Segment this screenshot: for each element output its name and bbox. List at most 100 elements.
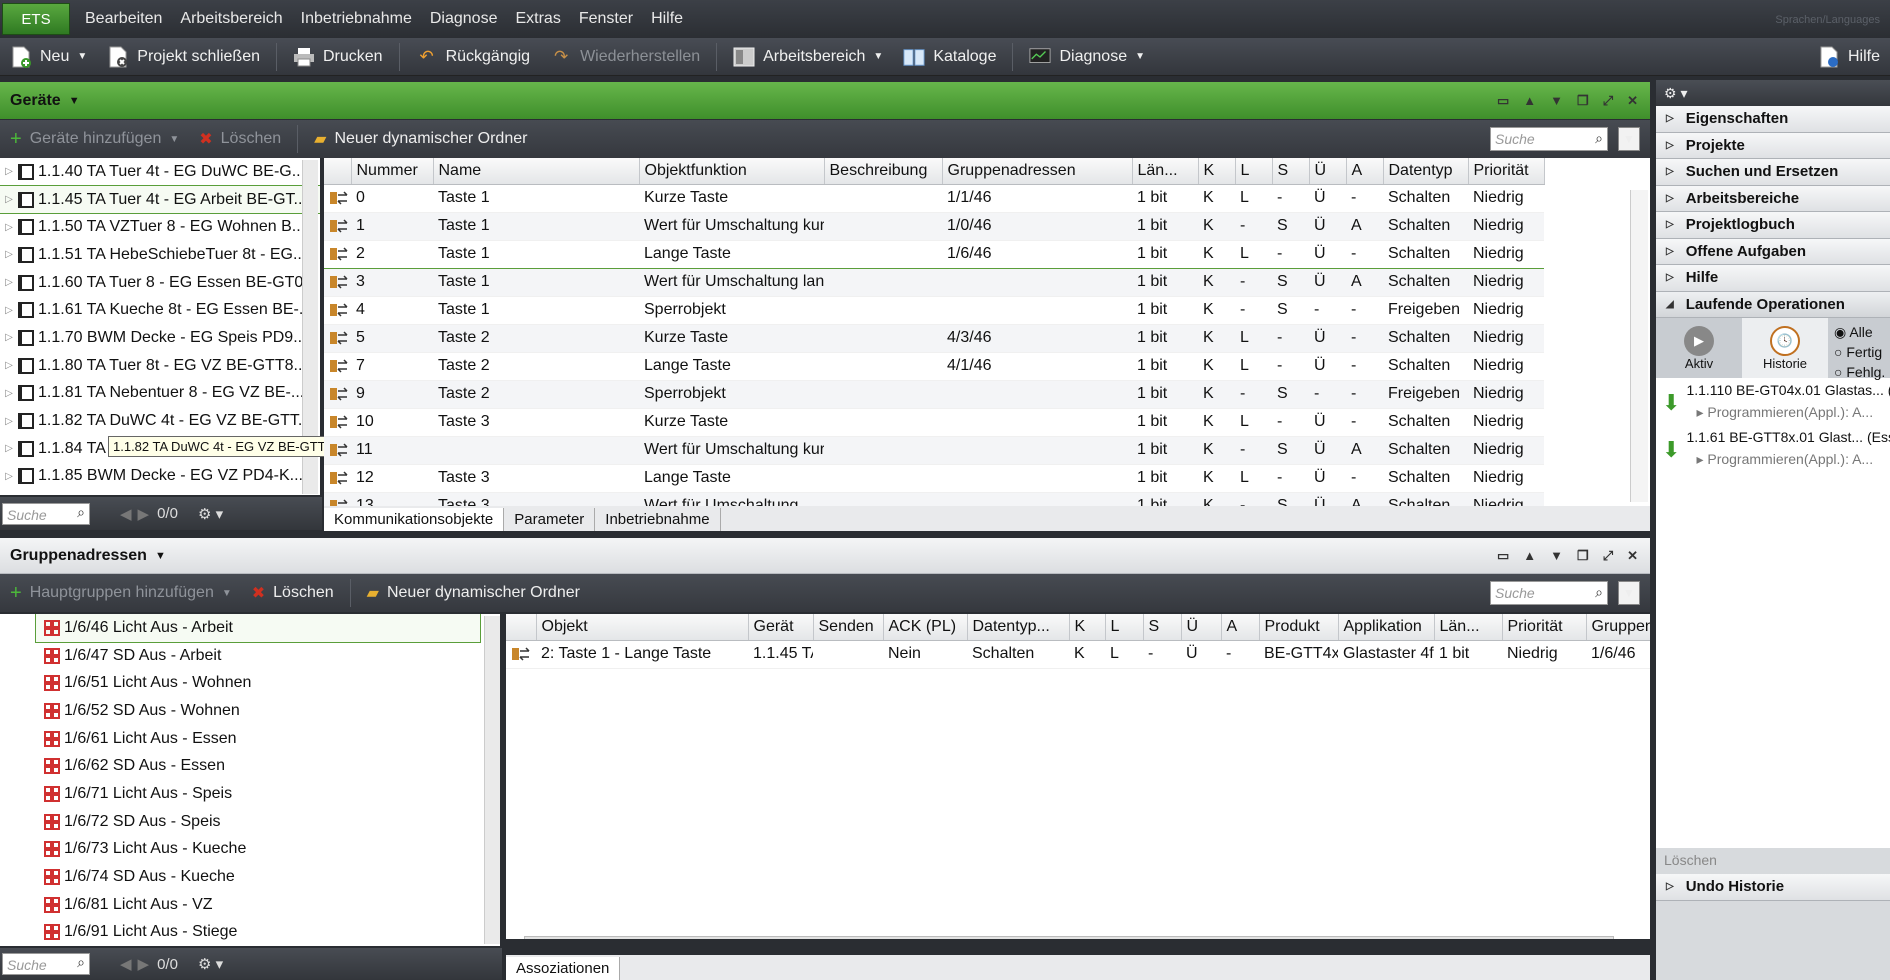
diagnose-button[interactable]: Diagnose ▼ <box>1019 38 1155 76</box>
pin-icon[interactable]: ▭ <box>1497 93 1509 109</box>
expand-icon[interactable]: ▷ <box>0 416 18 427</box>
gear-icon[interactable]: ⚙ ▾ <box>198 505 223 523</box>
restore-icon[interactable]: ❐ <box>1577 93 1589 109</box>
column-header[interactable]: Gerät <box>748 614 814 641</box>
column-header[interactable]: Objektfunktion <box>639 158 825 185</box>
group-address-item[interactable]: 1/6/46 Licht Aus - Arbeit <box>35 614 481 643</box>
maximize-icon[interactable]: ⤢ <box>1603 93 1613 109</box>
column-header[interactable]: Beschreibung <box>824 158 943 185</box>
menu-arbeitsbereich[interactable]: Arbeitsbereich <box>171 10 291 28</box>
expand-icon[interactable]: ▷ <box>0 277 18 288</box>
table-row[interactable]: 7 Taste 2 Lange Taste 4/1/46 1 bit K L - Ü - Schal… <box>324 352 1544 381</box>
chevron-down-icon[interactable]: ▼ <box>873 51 883 62</box>
device-tree-item[interactable]: ▷ 1.1.50 TA VZTuer 8 - EG Wohnen B... <box>0 213 320 241</box>
catalogs-button[interactable]: Kataloge <box>893 38 1006 76</box>
print-button[interactable]: Drucken <box>283 38 393 76</box>
radio-all[interactable]: ◉ Alle <box>1834 322 1885 342</box>
op-item[interactable]: ⬇ 1.1.110 BE-GT04x.01 Glastas... ( ▸ Pro… <box>1656 378 1890 421</box>
chevron-down-icon[interactable]: ▼ <box>69 95 80 107</box>
tab-assoziationen[interactable]: Assoziationen <box>506 957 621 980</box>
new-button[interactable]: Neu ▼ <box>0 38 97 76</box>
ops-delete-button[interactable]: Löschen <box>1656 848 1890 874</box>
sidebar-section[interactable]: ▷ Projekte <box>1656 132 1890 159</box>
table-row[interactable]: 12 Taste 3 Lange Taste 1 bit K L - Ü - Schalten Ni… <box>324 464 1544 493</box>
group-address-item[interactable]: 1/6/62 SD Aus - Essen <box>36 752 480 780</box>
device-tree-item[interactable]: ▷ 1.1.82 TA DuWC 4t - EG VZ BE-GTT... <box>0 407 320 435</box>
close-icon[interactable]: ✕ <box>1627 93 1638 109</box>
filter-icon[interactable]: ▼ <box>1618 581 1640 605</box>
column-header[interactable]: K <box>1198 158 1236 185</box>
device-tree-item[interactable]: ▷1.1.100 BWM Decke - OG WC PD9... <box>0 490 320 495</box>
expand-icon[interactable]: ▷ <box>0 194 18 205</box>
column-header[interactable]: Ü <box>1181 614 1222 641</box>
group-address-item[interactable]: 1/6/72 SD Aus - Speis <box>36 808 480 836</box>
table-row[interactable]: 4 Taste 1 Sperrobjekt 1 bit K - S - - Freigeben Ni… <box>324 296 1544 325</box>
ets-app-button[interactable]: ETS <box>2 3 70 35</box>
device-tree-item[interactable]: ▷ 1.1.60 TA Tuer 8 - EG Essen BE-GT0... <box>0 269 320 297</box>
prev-icon[interactable]: ◀ <box>120 505 132 523</box>
column-header[interactable]: Datentyp <box>1383 158 1469 185</box>
close-project-button[interactable]: Projekt schließen <box>97 38 270 76</box>
arrow-down-icon[interactable]: ▼ <box>1550 93 1563 108</box>
table-row[interactable]: 11 Wert für Umschaltung kurz 1 bit K - S Ü A Sch… <box>324 436 1544 465</box>
column-header[interactable]: Objekt <box>536 614 749 641</box>
tab-inbetriebnahme[interactable]: Inbetriebnahme <box>595 508 721 531</box>
delete-ga-button[interactable]: ✖ Löschen <box>242 583 344 603</box>
expand-icon[interactable]: ▷ <box>0 360 18 371</box>
chevron-down-icon[interactable]: ▼ <box>77 51 87 62</box>
chevron-down-icon[interactable]: ▼ <box>222 588 232 599</box>
group-address-item[interactable]: 1/6/52 SD Aus - Wohnen <box>36 697 480 725</box>
column-header[interactable]: A <box>1221 614 1260 641</box>
menu-inbetriebnahme[interactable]: Inbetriebnahme <box>292 10 421 28</box>
ga-panel-title[interactable]: Gruppenadressen <box>10 547 147 565</box>
column-header[interactable]: K <box>1069 614 1106 641</box>
undo-button[interactable]: ↶ Rückgängig <box>406 38 541 76</box>
sidebar-section[interactable]: ▷ Eigenschaften <box>1656 106 1890 133</box>
column-header[interactable]: Nummer <box>351 158 434 185</box>
tree-search-input[interactable]: Suche ⌕ <box>2 502 90 525</box>
workspace-button[interactable]: Arbeitsbereich ▼ <box>723 38 893 76</box>
new-dynamic-folder-button[interactable]: ▰ Neuer dynamischer Ordner <box>304 129 537 149</box>
close-icon[interactable]: ✕ <box>1627 548 1638 564</box>
search-icon[interactable]: ⌕ <box>77 954 85 971</box>
group-address-item[interactable]: 1/6/47 SD Aus - Arbeit <box>36 642 480 670</box>
table-row[interactable]: 5 Taste 2 Kurze Taste 4/3/46 1 bit K L - Ü - Schal… <box>324 324 1544 353</box>
grid-scrollbar[interactable] <box>1630 190 1648 502</box>
radio-failed[interactable]: ○ Fehlg. <box>1834 362 1885 382</box>
column-header[interactable]: S <box>1272 158 1310 185</box>
search-icon[interactable]: ⌕ <box>77 504 85 521</box>
table-row[interactable]: 2: Taste 1 - Lange Taste1.1.45 TAS NeinSc… <box>506 640 1650 669</box>
next-icon[interactable]: ▶ <box>138 955 150 973</box>
menu-diagnose[interactable]: Diagnose <box>421 10 507 28</box>
redo-button[interactable]: ↷ Wiederherstellen <box>540 38 710 76</box>
expand-icon[interactable]: ▷ <box>0 222 18 233</box>
prev-icon[interactable]: ◀ <box>120 955 132 973</box>
table-row[interactable]: 2 Taste 1 Lange Taste 1/6/46 1 bit K L - Ü - Schal… <box>324 239 1544 269</box>
arrow-up-icon[interactable]: ▲ <box>1523 93 1536 108</box>
sidebar-section[interactable]: ▷ Hilfe <box>1656 265 1890 292</box>
column-header[interactable]: Priorität <box>1502 614 1587 641</box>
expand-icon[interactable]: ▷ <box>0 443 18 454</box>
column-header[interactable]: Produkt <box>1259 614 1339 641</box>
column-header[interactable]: L <box>1235 158 1273 185</box>
tab-kommunikationsobjekte[interactable]: Kommunikationsobjekte <box>324 508 505 531</box>
gear-icon[interactable]: ⚙ ▾ <box>198 955 223 973</box>
expand-icon[interactable]: ▷ <box>0 471 18 482</box>
table-row[interactable]: 3 Taste 1 Wert für Umschaltung lang 1 bit K -… <box>324 268 1544 297</box>
group-address-item[interactable]: 1/6/81 Licht Aus - VZ <box>36 891 480 919</box>
filter-icon[interactable]: ▼ <box>1618 127 1640 151</box>
device-tree-item[interactable]: ▷ 1.1.61 TA Kueche 8t - EG Essen BE-... <box>0 296 320 324</box>
device-tree-item[interactable]: ▷ 1.1.80 TA Tuer 8t - EG VZ BE-GTT8... <box>0 352 320 380</box>
search-icon[interactable]: ⌕ <box>1595 130 1603 147</box>
device-tree-item[interactable]: ▷ 1.1.45 TA Tuer 4t - EG Arbeit BE-GT... <box>0 184 320 215</box>
add-devices-button[interactable]: + Geräte hinzufügen ▼ <box>0 128 189 151</box>
menu-extras[interactable]: Extras <box>506 10 569 28</box>
device-tree-item[interactable]: ▷ 1.1.40 TA Tuer 4t - EG DuWC BE-G... <box>0 158 320 186</box>
devices-panel-title[interactable]: Geräte <box>10 92 61 110</box>
device-tree-item[interactable]: ▷ 1.1.81 TA Nebentuer 8 - EG VZ BE-... <box>0 380 320 408</box>
expand-icon[interactable]: ▷ <box>0 388 18 399</box>
menu-bearbeiten[interactable]: Bearbeiten <box>76 10 171 28</box>
column-header[interactable]: Län... <box>1434 614 1503 641</box>
column-header[interactable]: Name <box>433 158 640 185</box>
delete-device-button[interactable]: ✖ Löschen <box>189 129 291 149</box>
